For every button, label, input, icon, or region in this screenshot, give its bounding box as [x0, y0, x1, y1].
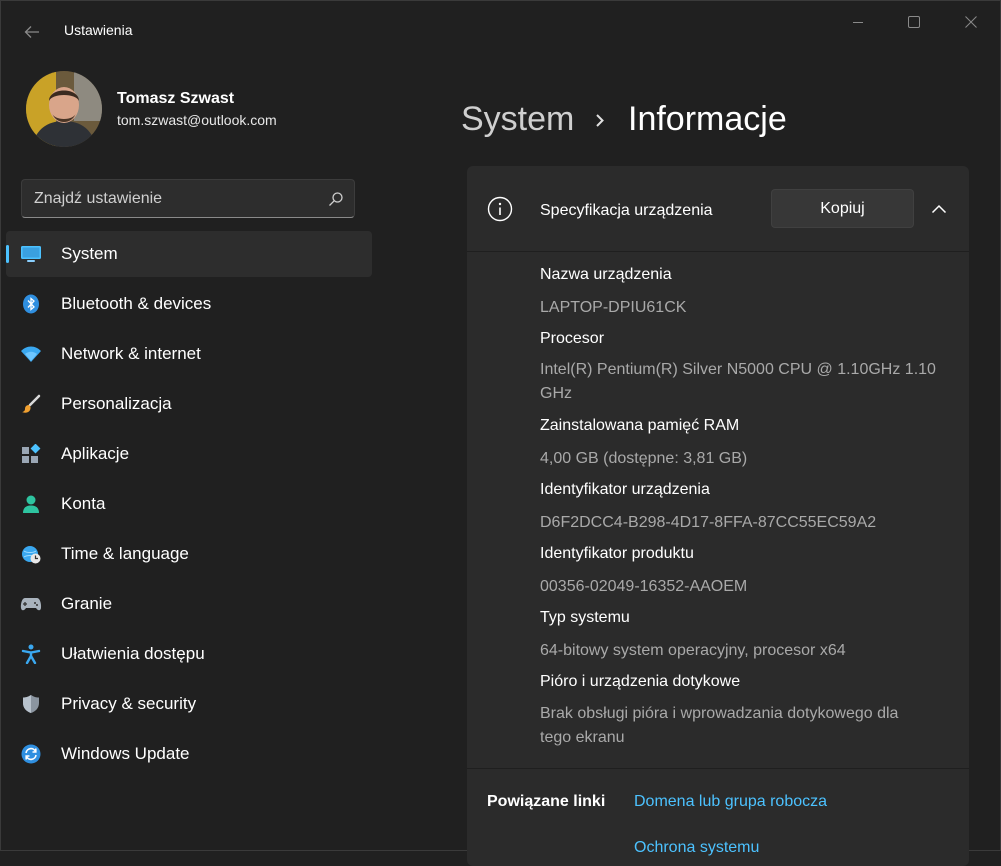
sidebar-item-system[interactable]: System — [6, 231, 372, 277]
close-icon — [965, 16, 977, 28]
spec-label-product-id: Identyfikator produktu — [540, 545, 694, 562]
accessibility-icon — [20, 644, 42, 664]
user-email: tom.szwast@outlook.com — [117, 112, 277, 128]
info-icon — [487, 196, 513, 222]
bluetooth-icon — [20, 294, 42, 314]
device-specs-header[interactable]: Specyfikacja urządzenia Kopiuj — [467, 166, 969, 252]
page-title: Informacje — [628, 100, 787, 138]
gamepad-icon — [20, 594, 42, 614]
maximize-button[interactable] — [891, 8, 937, 36]
app-title: Ustawienia — [64, 22, 133, 38]
search-input[interactable] — [34, 180, 324, 217]
sidebar-item-privacy[interactable]: Privacy & security — [6, 681, 372, 727]
update-icon — [20, 744, 42, 764]
related-links-title: Powiązane linki — [487, 793, 606, 810]
spec-label-pen-touch: Pióro i urządzenia dotykowe — [540, 673, 741, 690]
search-box[interactable] — [21, 179, 355, 218]
sidebar-item-label: Windows Update — [61, 744, 190, 763]
brush-icon — [20, 394, 42, 414]
sidebar-item-label: Ułatwienia dostępu — [61, 644, 205, 663]
card-title: Specyfikacja urządzenia — [540, 202, 713, 219]
wifi-icon — [20, 344, 42, 364]
spec-label-system-type: Typ systemu — [540, 609, 630, 626]
globe-clock-icon — [20, 544, 42, 564]
avatar[interactable] — [26, 71, 102, 147]
maximize-icon — [908, 16, 920, 28]
sidebar-item-accessibility[interactable]: Ułatwienia dostępu — [6, 631, 372, 677]
sidebar-item-label: Privacy & security — [61, 694, 197, 713]
spec-value-pen-touch: Brak obsługi pióra i wprowadzania dotyko… — [540, 705, 899, 746]
device-specs-card: Specyfikacja urządzenia Kopiuj Nazwa urz… — [467, 166, 969, 866]
sidebar-item-bluetooth[interactable]: Bluetooth & devices — [6, 281, 372, 327]
spec-value-product-id: 00356-02049-16352-AAOEM — [540, 578, 748, 595]
back-button[interactable] — [18, 18, 46, 46]
copy-button[interactable]: Kopiuj — [771, 189, 914, 228]
sidebar-nav: System Bluetooth & devices Network & int… — [6, 231, 372, 781]
spec-value-system-type: 64-bitowy system operacyjny, procesor x6… — [540, 642, 846, 659]
person-icon — [20, 494, 42, 514]
sidebar-item-label: Network & internet — [61, 344, 201, 363]
sidebar-item-windows-update[interactable]: Windows Update — [6, 731, 372, 777]
avatar-photo — [26, 71, 102, 147]
sidebar-item-personalization[interactable]: Personalizacja — [6, 381, 372, 427]
minimize-icon — [853, 22, 863, 23]
sidebar-item-label: Time & language — [61, 544, 189, 563]
sidebar-item-label: Bluetooth & devices — [61, 294, 212, 313]
link-domain-workgroup[interactable]: Domena lub grupa robocza — [634, 793, 827, 811]
system-monitor-icon — [20, 244, 42, 264]
spec-value-ram: 4,00 GB (dostępne: 3,81 GB) — [540, 450, 748, 467]
sidebar-item-gaming[interactable]: Granie — [6, 581, 372, 627]
shield-icon — [20, 694, 42, 714]
sidebar-item-time-language[interactable]: Time & language — [6, 531, 372, 577]
sidebar-item-accounts[interactable]: Konta — [6, 481, 372, 527]
spec-value-device-id: D6F2DCC4-B298-4D17-8FFA-87CC55EC59A2 — [540, 514, 877, 531]
close-button[interactable] — [948, 8, 994, 36]
search-icon[interactable] — [328, 191, 344, 207]
back-arrow-icon — [24, 26, 39, 38]
breadcrumb-parent[interactable]: System — [461, 100, 574, 139]
spec-label-device-id: Identyfikator urządzenia — [540, 481, 710, 498]
sidebar-item-label: Aplikacje — [61, 444, 130, 463]
chevron-right-icon — [596, 114, 604, 127]
chevron-up-icon — [931, 204, 947, 214]
sidebar-item-label: Personalizacja — [61, 394, 172, 413]
user-name: Tomasz Szwast — [117, 90, 235, 107]
title-bar: Ustawienia — [0, 0, 1001, 62]
spec-label-ram: Zainstalowana pamięć RAM — [540, 417, 740, 434]
sidebar-item-label: Granie — [61, 594, 113, 613]
sidebar-item-label: Konta — [61, 494, 106, 513]
spec-value-device-name: LAPTOP-DPIU61CK — [540, 299, 687, 316]
minimize-button[interactable] — [835, 8, 881, 36]
apps-icon — [20, 444, 42, 464]
spec-label-processor: Procesor — [540, 330, 605, 347]
collapse-button[interactable] — [925, 197, 953, 221]
sidebar-item-network[interactable]: Network & internet — [6, 331, 372, 377]
divider — [467, 768, 969, 769]
spec-label-device-name: Nazwa urządzenia — [540, 266, 672, 283]
sidebar-item-label: System — [61, 244, 118, 263]
sidebar-item-apps[interactable]: Aplikacje — [6, 431, 372, 477]
spec-value-processor: Intel(R) Pentium(R) Silver N5000 CPU @ 1… — [540, 361, 936, 402]
link-system-protection[interactable]: Ochrona systemu — [634, 839, 759, 857]
